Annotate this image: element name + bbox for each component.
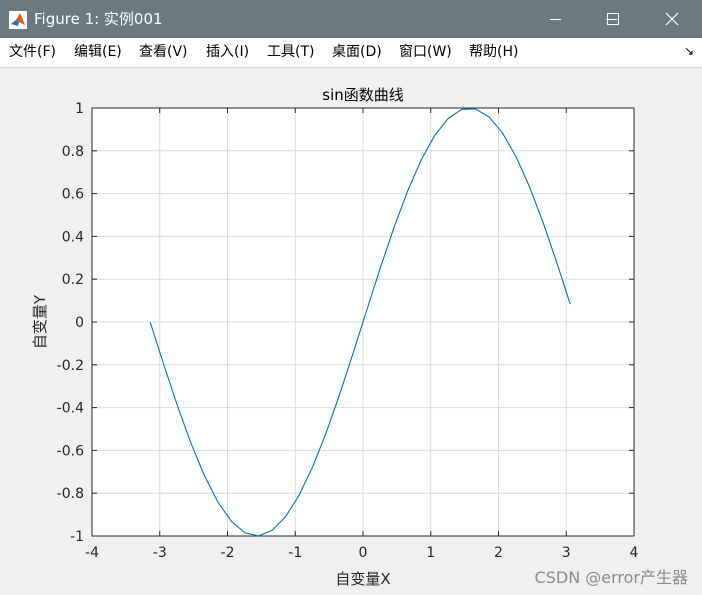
menu-help[interactable]: 帮助(H) xyxy=(469,44,518,61)
y-tick-label: 0.6 xyxy=(62,187,84,203)
x-tick-label: 4 xyxy=(630,545,639,561)
x-tick-label: -4 xyxy=(85,545,99,561)
minimize-button-visual[interactable] xyxy=(528,0,584,38)
x-tick-label: 0 xyxy=(359,545,368,561)
matlab-logo-icon xyxy=(9,11,27,29)
x-tick-label: -2 xyxy=(221,545,235,561)
menu-insert[interactable]: 插入(I) xyxy=(206,44,249,61)
y-tick-label: 0.4 xyxy=(62,229,84,245)
menu-desktop[interactable]: 桌面(D) xyxy=(332,44,382,61)
menu-file[interactable]: 文件(F) xyxy=(9,44,56,61)
figure-window: Figure 1: 实例001 文件(F) 编辑(E) 查看(V) 插入(I) … xyxy=(0,0,702,595)
y-tick-label: 0.2 xyxy=(62,272,84,288)
window-title: Figure 1: 实例001 xyxy=(34,10,163,28)
x-tick-label: 2 xyxy=(494,545,503,561)
y-tick-label: 0.8 xyxy=(62,144,84,160)
x-tick-label: -3 xyxy=(153,545,167,561)
x-tick-label: 1 xyxy=(426,545,435,561)
menu-view[interactable]: 查看(V) xyxy=(139,44,188,61)
y-tick-label: -1 xyxy=(70,529,84,545)
menu-overflow-arrow-icon[interactable]: ↘ xyxy=(684,44,694,58)
y-axis-label: 自变量Y xyxy=(31,294,49,349)
menu-tools[interactable]: 工具(T) xyxy=(267,44,314,61)
x-tick-label: 3 xyxy=(562,545,571,561)
menu-bar: 文件(F) 编辑(E) 查看(V) 插入(I) 工具(T) 桌面(D) 窗口(W… xyxy=(0,38,702,68)
x-tick-labels: -4 -3 -2 -1 0 1 2 3 4 xyxy=(85,545,639,561)
y-tick-label: -0.2 xyxy=(57,358,84,374)
y-tick-labels: -1 -0.8 -0.6 -0.4 -0.2 0 0.2 0.4 0.6 0.8 1 xyxy=(57,101,84,545)
maximize-icon xyxy=(607,13,619,25)
minimize-icon xyxy=(550,19,561,20)
y-tick-label: -0.4 xyxy=(57,401,84,417)
y-tick-label: 0 xyxy=(75,315,84,331)
menu-edit[interactable]: 编辑(E) xyxy=(74,44,122,61)
x-axis-label: 自变量X xyxy=(335,570,390,588)
y-tick-label: 1 xyxy=(75,101,84,117)
close-icon xyxy=(665,12,679,26)
maximize-button[interactable] xyxy=(585,0,641,38)
x-tick-label: -1 xyxy=(288,545,302,561)
close-button[interactable] xyxy=(644,0,700,38)
y-tick-label: -0.8 xyxy=(57,486,84,502)
chart-title: sin函数曲线 xyxy=(322,86,404,104)
watermark: CSDN @error产生器 xyxy=(534,568,688,587)
y-tick-label: -0.6 xyxy=(57,443,84,459)
menu-window[interactable]: 窗口(W) xyxy=(399,44,452,61)
plot-canvas: -4 -3 -2 -1 0 1 2 3 4 -1 -0.8 -0.6 -0.4 -0.2 0 0.2 0.4 0… xyxy=(31,86,639,588)
